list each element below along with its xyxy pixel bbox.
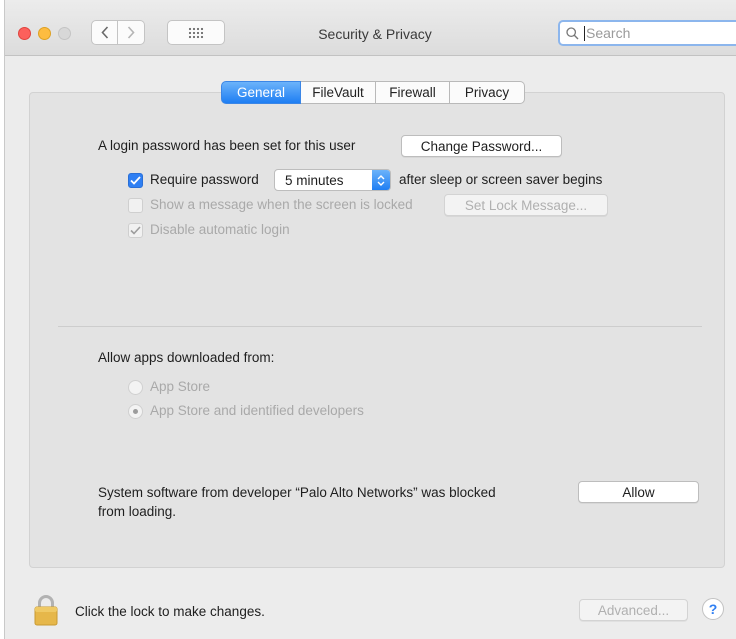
require-password-checkbox[interactable] bbox=[128, 173, 143, 188]
login-password-text: A login password has been set for this u… bbox=[98, 138, 356, 153]
tab-general[interactable]: General bbox=[221, 81, 301, 104]
show-message-label: Show a message when the screen is locked bbox=[150, 197, 413, 212]
change-password-button[interactable]: Change Password... bbox=[401, 135, 562, 157]
title-bar: Security & Privacy Search bbox=[5, 0, 736, 56]
search-field[interactable]: Search bbox=[558, 20, 736, 46]
tab-privacy[interactable]: Privacy bbox=[450, 81, 525, 104]
disable-auto-login-checkbox[interactable] bbox=[128, 223, 143, 238]
checkmark-icon bbox=[130, 176, 141, 185]
tab-firewall[interactable]: Firewall bbox=[376, 81, 450, 104]
radio-app-store[interactable] bbox=[128, 380, 143, 395]
radio-selected-dot bbox=[133, 409, 138, 414]
search-icon bbox=[566, 26, 579, 39]
text-cursor bbox=[584, 25, 585, 41]
blocked-software-line1: System software from developer “Palo Alt… bbox=[98, 485, 496, 500]
radio-app-store-label: App Store bbox=[150, 379, 211, 394]
section-divider bbox=[58, 326, 702, 327]
blocked-software-line2: from loading. bbox=[98, 504, 177, 519]
help-button[interactable]: ? bbox=[702, 598, 724, 620]
lock-text: Click the lock to make changes. bbox=[75, 604, 265, 619]
search-placeholder: Search bbox=[586, 25, 631, 41]
allow-button[interactable]: Allow bbox=[578, 481, 699, 503]
radio-app-store-identified-label: App Store and identified developers bbox=[150, 403, 364, 418]
tab-filevault[interactable]: FileVault bbox=[301, 81, 376, 104]
set-lock-message-button[interactable]: Set Lock Message... bbox=[444, 194, 608, 216]
radio-app-store-identified[interactable] bbox=[128, 404, 143, 419]
tab-bar: General FileVault Firewall Privacy bbox=[221, 81, 525, 104]
after-sleep-text: after sleep or screen saver begins bbox=[399, 172, 603, 187]
disable-auto-login-label: Disable automatic login bbox=[150, 222, 290, 237]
preferences-window: Security & Privacy Search General FileVa… bbox=[4, 0, 736, 639]
require-password-interval-select[interactable]: 5 minutes bbox=[274, 169, 391, 191]
show-message-checkbox[interactable] bbox=[128, 198, 143, 213]
interval-value: 5 minutes bbox=[285, 172, 344, 188]
checkmark-icon bbox=[130, 226, 141, 235]
allow-apps-heading: Allow apps downloaded from: bbox=[98, 350, 275, 365]
updown-arrows-icon bbox=[372, 170, 390, 190]
general-panel: A login password has been set for this u… bbox=[29, 92, 725, 568]
require-password-label: Require password bbox=[150, 172, 259, 187]
lock-icon[interactable] bbox=[33, 594, 59, 626]
advanced-button[interactable]: Advanced... bbox=[579, 599, 688, 621]
